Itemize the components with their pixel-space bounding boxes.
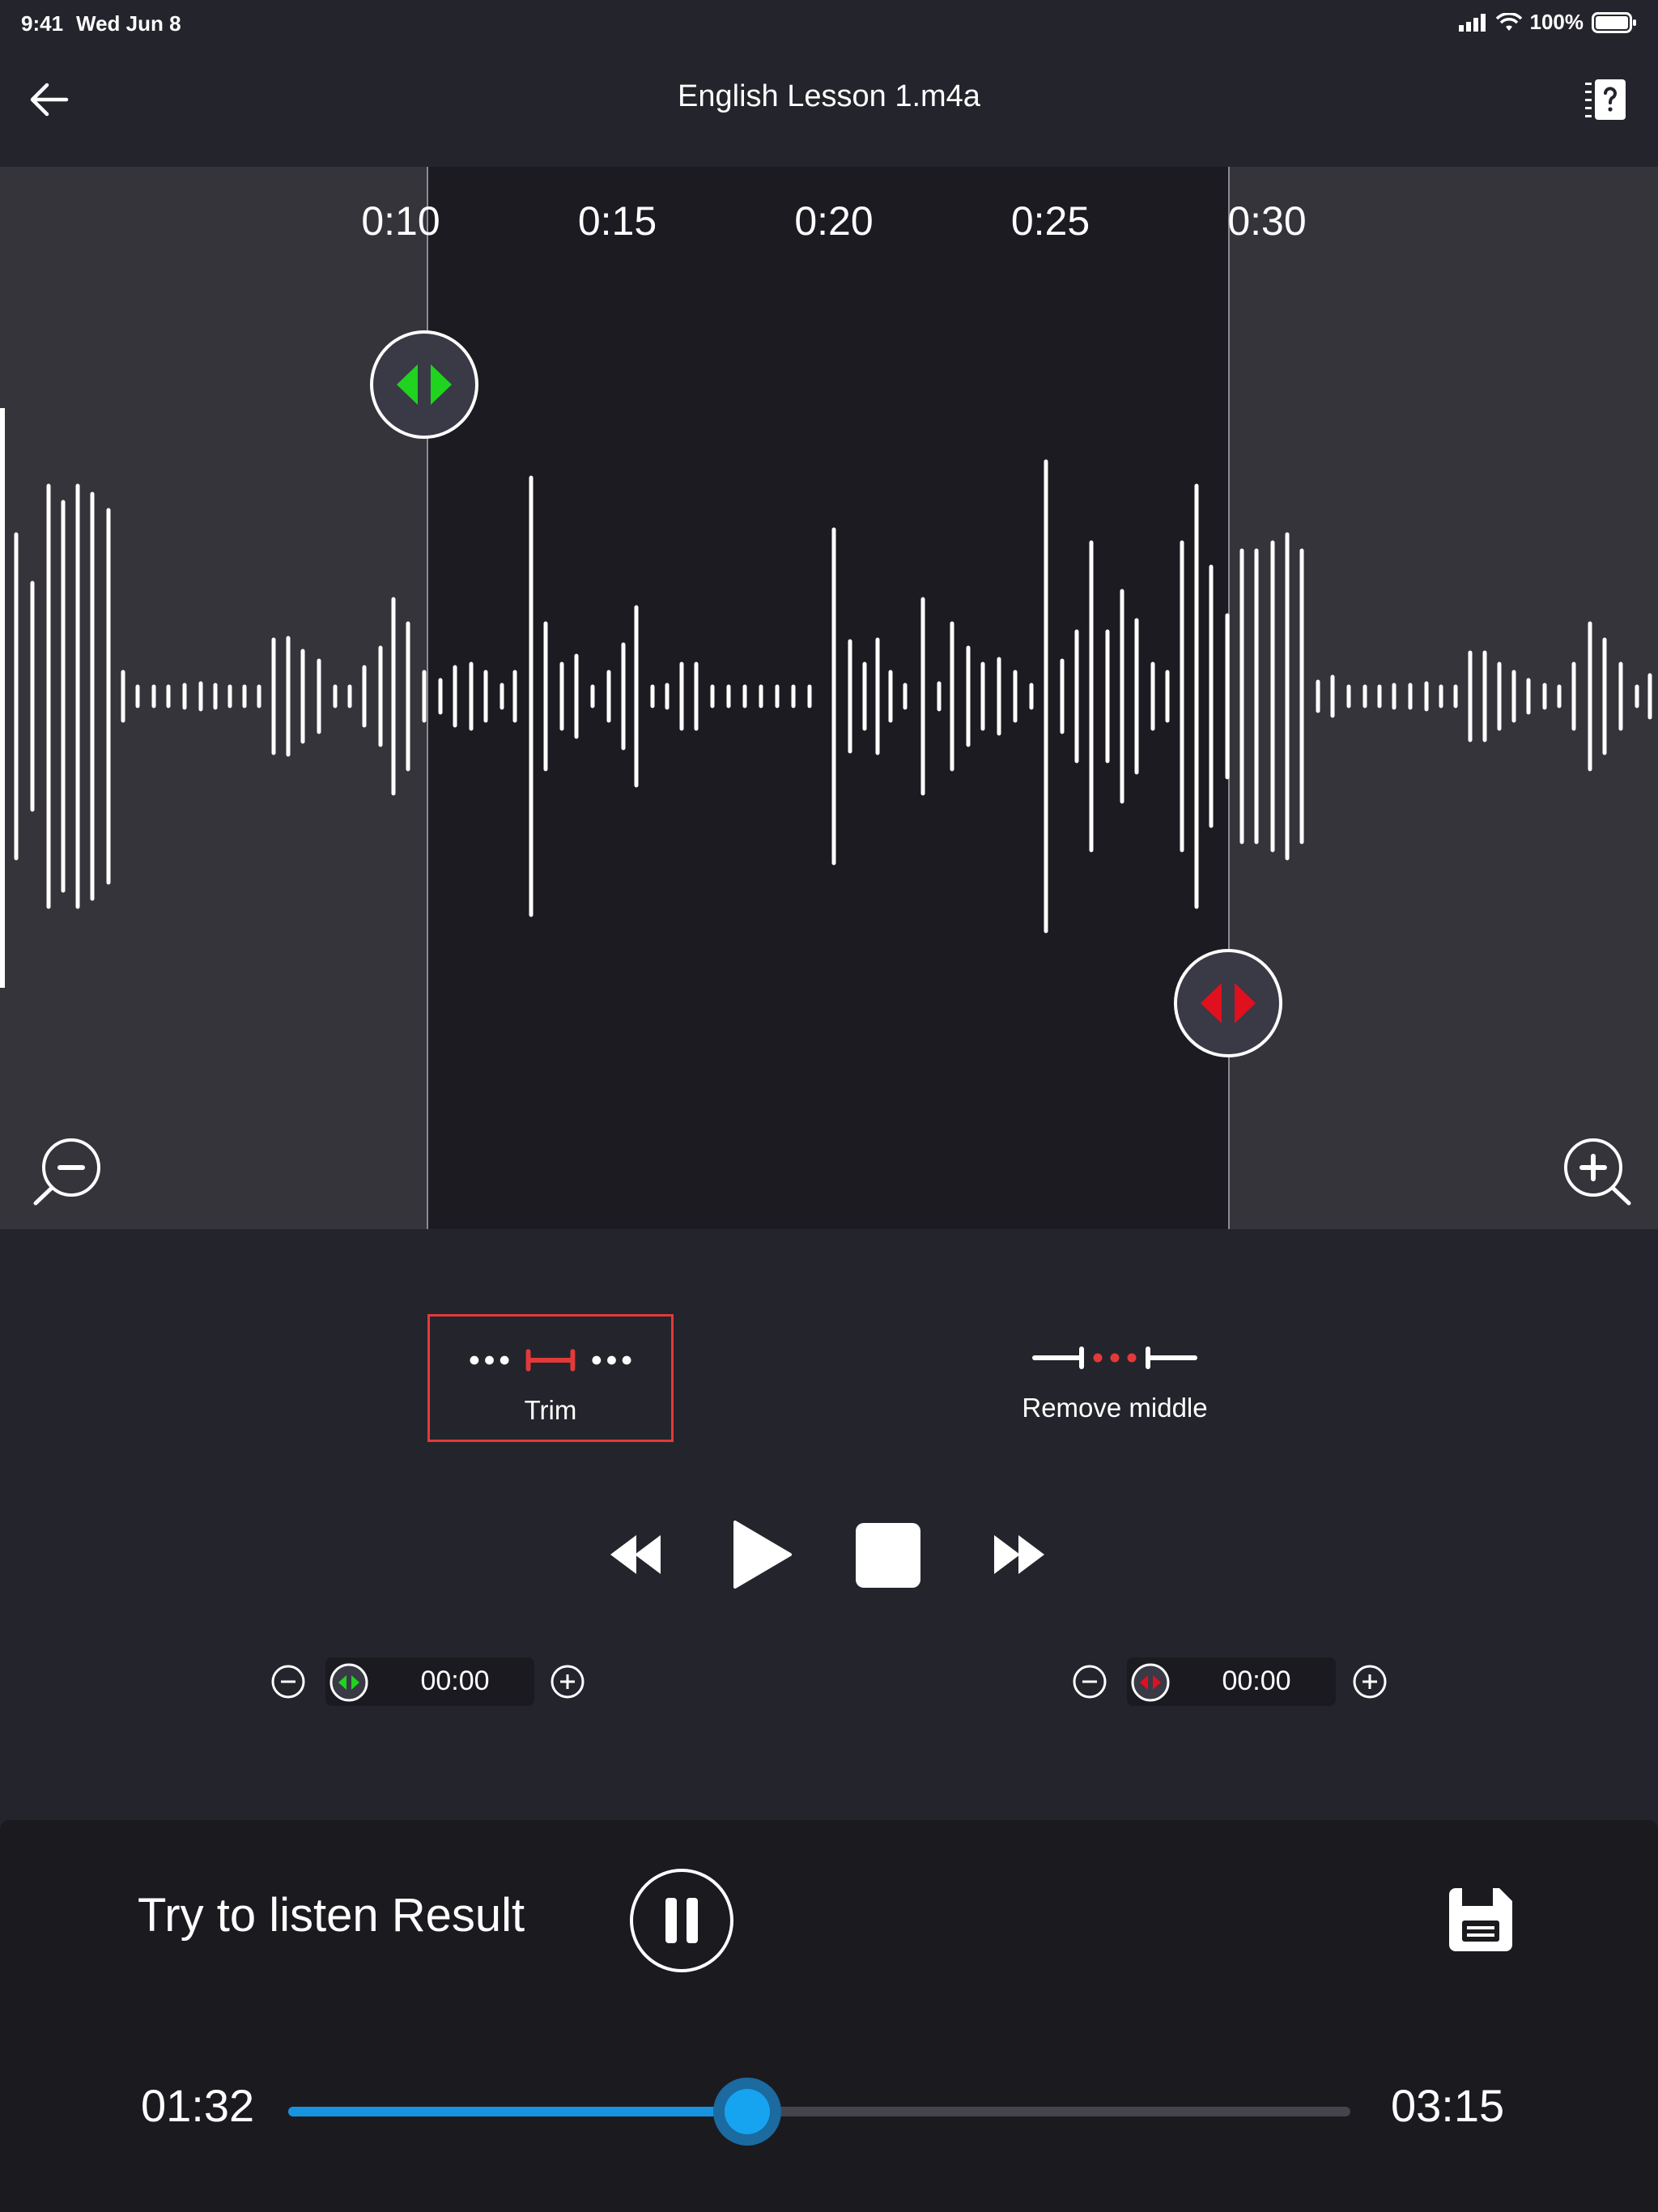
pause-icon bbox=[665, 1898, 698, 1943]
trim-mode-button[interactable]: Trim bbox=[427, 1314, 674, 1442]
end-handle[interactable] bbox=[1174, 949, 1282, 1057]
end-handle-mini-icon bbox=[1131, 1663, 1170, 1702]
zoom-in-icon[interactable] bbox=[1559, 1134, 1634, 1208]
waveform-start-marker bbox=[0, 408, 5, 988]
end-increment-icon[interactable] bbox=[1352, 1664, 1388, 1699]
start-time-value: 00:00 bbox=[420, 1665, 490, 1696]
wifi-icon bbox=[1495, 12, 1522, 31]
progress-fill bbox=[288, 2107, 747, 2116]
page-title: English Lesson 1.m4a bbox=[678, 79, 980, 113]
save-icon[interactable] bbox=[1446, 1885, 1516, 1955]
audio-waveform bbox=[0, 408, 1652, 988]
status-date: Wed Jun 8 bbox=[76, 11, 181, 36]
start-time-field[interactable]: 00:00 bbox=[325, 1657, 534, 1706]
trim-icon bbox=[470, 1349, 631, 1372]
zoom-out-icon[interactable] bbox=[31, 1134, 105, 1208]
stop-icon[interactable] bbox=[855, 1522, 921, 1589]
trim-label: Trim bbox=[524, 1395, 577, 1425]
remove-middle-icon bbox=[1032, 1346, 1197, 1369]
remove-middle-label: Remove middle bbox=[1022, 1393, 1208, 1423]
progress-slider[interactable] bbox=[288, 2078, 1350, 2146]
status-time: 9:41 bbox=[21, 11, 64, 36]
help-book-icon[interactable] bbox=[1584, 76, 1629, 125]
play-icon[interactable] bbox=[732, 1519, 793, 1590]
end-handle-arrows-icon bbox=[1201, 983, 1256, 1023]
start-decrement-icon[interactable] bbox=[270, 1664, 306, 1699]
end-time-field[interactable]: 00:00 bbox=[1127, 1657, 1336, 1706]
battery-percent: 100% bbox=[1529, 10, 1584, 34]
elapsed-time: 01:32 bbox=[141, 2080, 255, 2131]
listen-result-label: Try to listen Result bbox=[138, 1889, 525, 1942]
end-decrement-icon[interactable] bbox=[1072, 1664, 1107, 1699]
start-increment-icon[interactable] bbox=[550, 1664, 585, 1699]
pause-button[interactable] bbox=[630, 1869, 733, 1972]
result-panel: Try to listen Result 01:32 03:15 bbox=[0, 1820, 1658, 2212]
end-time-value: 00:00 bbox=[1222, 1665, 1291, 1696]
start-handle[interactable] bbox=[370, 330, 478, 439]
fast-forward-icon[interactable] bbox=[993, 1532, 1046, 1577]
signal-icon bbox=[1458, 13, 1486, 32]
battery-icon bbox=[1592, 11, 1636, 33]
rewind-icon[interactable] bbox=[609, 1532, 662, 1577]
waveform-editor[interactable]: 0:10 0:15 0:20 0:25 0:30 bbox=[0, 167, 1658, 1229]
status-right: 100% bbox=[1458, 10, 1638, 35]
start-handle-mini-icon bbox=[329, 1663, 368, 1702]
progress-thumb[interactable] bbox=[712, 2078, 781, 2146]
start-handle-arrows-icon bbox=[397, 364, 452, 405]
total-time: 03:15 bbox=[1391, 2080, 1505, 2131]
remove-middle-mode-button[interactable]: Remove middle bbox=[996, 1314, 1234, 1442]
